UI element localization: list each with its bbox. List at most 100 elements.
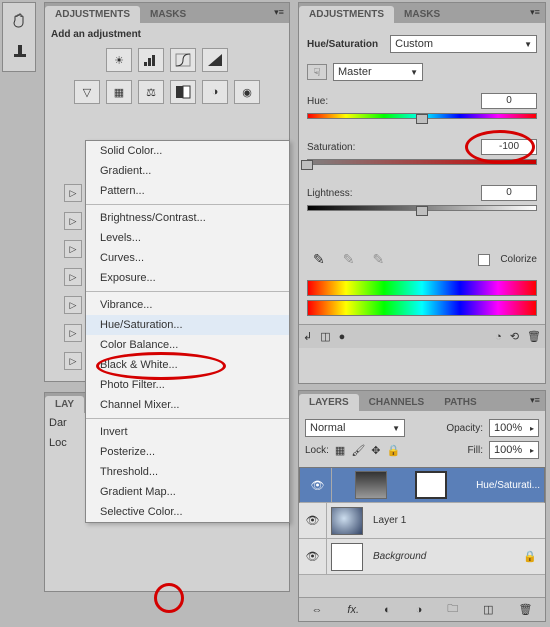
eyedropper-sub-icon[interactable]: ✎ — [372, 251, 384, 268]
layer-hue-saturation[interactable]: 👁 Hue/Saturati... — [299, 467, 545, 503]
saturation-label: Saturation: — [307, 142, 355, 153]
preset-value: Custom — [395, 38, 433, 50]
tab-paths[interactable]: PATHS — [434, 394, 486, 411]
new-adjustment-icon[interactable]: ◑ — [416, 604, 423, 616]
lightness-slider[interactable] — [307, 205, 537, 221]
tab-layers[interactable]: LAYERS — [299, 394, 359, 411]
lock-label: Lock: — [305, 445, 329, 456]
saturation-input[interactable]: -100 — [481, 139, 537, 155]
trash-icon[interactable]: 🗑 — [519, 603, 533, 616]
layer-1[interactable]: 👁 Layer 1 — [299, 503, 545, 539]
brightness-icon[interactable]: ☀ — [106, 48, 132, 72]
menu-item[interactable]: Invert — [86, 422, 289, 442]
preset-arrows: ▷▷▷ ▷▷▷ ▷ — [64, 184, 82, 370]
menu-item[interactable]: Photo Filter... — [86, 375, 289, 395]
colorize-checkbox[interactable] — [478, 254, 490, 266]
menu-item[interactable]: Levels... — [86, 228, 289, 248]
hue-slider[interactable] — [307, 113, 537, 129]
menu-item[interactable]: Pattern... — [86, 181, 289, 201]
channel-value: Master — [338, 66, 372, 78]
tools-column — [2, 2, 36, 72]
menu-item[interactable]: Black & White... — [86, 355, 289, 375]
menu-item[interactable]: Color Balance... — [86, 335, 289, 355]
layer-mask-thumb[interactable] — [415, 471, 447, 499]
tab-adjustments-r[interactable]: ADJUSTMENTS — [299, 6, 394, 23]
group-icon[interactable]: 🗀 — [447, 600, 458, 619]
lock-all-icon[interactable]: 🔒 — [387, 444, 401, 457]
photo-filter-icon[interactable]: ◑ — [202, 80, 228, 104]
color-balance-icon[interactable]: ⚖ — [138, 80, 164, 104]
preset-select[interactable]: Custom▼ — [390, 35, 537, 53]
mask-icon[interactable]: ◐ — [384, 604, 391, 616]
curves-icon[interactable] — [170, 48, 196, 72]
tab-masks[interactable]: MASKS — [140, 6, 196, 23]
adjustments-panel-right: ADJUSTMENTS MASKS ▾≡ Hue/Saturation Cust… — [298, 2, 546, 384]
eyedropper-icon[interactable]: ✎ — [313, 251, 325, 268]
menu-item[interactable]: Solid Color... — [86, 141, 289, 161]
adjustment-icons-row1: ☀ — [51, 48, 283, 72]
menu-item[interactable]: Posterize... — [86, 442, 289, 462]
lightness-label: Lightness: — [307, 188, 353, 199]
new-layer-icon[interactable]: ◫ — [483, 603, 493, 616]
fill-input[interactable]: 100%▸ — [489, 441, 539, 459]
menu-item[interactable]: Gradient... — [86, 161, 289, 181]
stamp-tool-icon[interactable] — [7, 37, 33, 63]
eyedropper-add-icon[interactable]: ✎ — [343, 251, 355, 268]
view-icon[interactable]: ● — [339, 331, 346, 343]
opacity-input[interactable]: 100%▸ — [489, 419, 539, 437]
scrubby-icon[interactable]: ☟ — [307, 64, 327, 80]
layers-bottom-bar: ⇔ fx. ◐ ◑ 🗀 ◫ 🗑 — [299, 597, 545, 621]
hue-label: Hue: — [307, 96, 328, 107]
lock-transparent-icon[interactable]: ▦ — [335, 444, 345, 457]
expand-icon[interactable]: ◫ — [320, 330, 330, 343]
layer-name: Layer 1 — [373, 515, 406, 526]
reset-icon[interactable]: ⟲ — [510, 330, 519, 343]
link-icon[interactable]: ⇔ — [311, 604, 322, 616]
vibrance-icon[interactable]: ▽ — [74, 80, 100, 104]
clip-icon[interactable]: ↲ — [303, 330, 312, 343]
fill-label: Fill: — [467, 445, 483, 456]
layer-background[interactable]: 👁 Background 🔒 — [299, 539, 545, 575]
panel-menu-icon[interactable]: ▾≡ — [271, 5, 287, 19]
blend-mode-value: Normal — [310, 422, 345, 434]
hue-input[interactable]: 0 — [481, 93, 537, 109]
channel-select[interactable]: Master▼ — [333, 63, 423, 81]
fx-icon[interactable]: fx. — [347, 604, 359, 616]
blend-mode-select[interactable]: Normal▼ — [305, 419, 405, 437]
panel-menu-icon-r[interactable]: ▾≡ — [527, 5, 543, 19]
menu-item[interactable]: Curves... — [86, 248, 289, 268]
layers-panel-right: LAYERS CHANNELS PATHS ▾≡ Normal▼ Opacity… — [298, 390, 546, 622]
lightness-input[interactable]: 0 — [481, 185, 537, 201]
spectrum-top — [307, 280, 537, 296]
lock-position-icon[interactable]: ✥ — [371, 444, 380, 457]
hand-tool-icon[interactable] — [7, 7, 33, 33]
menu-item[interactable]: Threshold... — [86, 462, 289, 482]
bw-icon[interactable] — [170, 80, 196, 104]
tab-channels[interactable]: CHANNELS — [359, 394, 435, 411]
menu-item[interactable]: Gradient Map... — [86, 482, 289, 502]
saturation-slider[interactable] — [307, 159, 537, 175]
exposure-icon[interactable] — [202, 48, 228, 72]
tab-layers-left[interactable]: LAY — [45, 396, 84, 413]
menu-item[interactable]: Exposure... — [86, 268, 289, 288]
hue-sat-icon[interactable]: ▦ — [106, 80, 132, 104]
menu-item[interactable]: Hue/Saturation... — [86, 315, 289, 335]
opacity-label: Opacity: — [446, 423, 483, 434]
channel-mixer-icon[interactable]: ◉ — [234, 80, 260, 104]
tab-masks-r[interactable]: MASKS — [394, 6, 450, 23]
lock-pixels-icon[interactable]: 🖌 — [351, 444, 365, 457]
levels-icon[interactable] — [138, 48, 164, 72]
prev-state-icon[interactable]: ◔ — [495, 331, 502, 343]
tab-adjustments[interactable]: ADJUSTMENTS — [45, 6, 140, 23]
visibility-icon[interactable]: 👁 — [304, 468, 332, 502]
menu-item[interactable]: Brightness/Contrast... — [86, 208, 289, 228]
visibility-icon[interactable]: 👁 — [299, 503, 327, 538]
menu-item[interactable]: Vibrance... — [86, 295, 289, 315]
panel-menu-layers[interactable]: ▾≡ — [527, 393, 543, 407]
trash-icon[interactable]: 🗑 — [527, 330, 541, 343]
menu-item[interactable]: Channel Mixer... — [86, 395, 289, 415]
layer-name: Hue/Saturati... — [476, 480, 540, 491]
adj-bottom-bar: ↲ ◫ ● ◔ ⟲ 🗑 — [299, 324, 545, 348]
menu-item[interactable]: Selective Color... — [86, 502, 289, 522]
visibility-icon[interactable]: 👁 — [299, 539, 327, 574]
